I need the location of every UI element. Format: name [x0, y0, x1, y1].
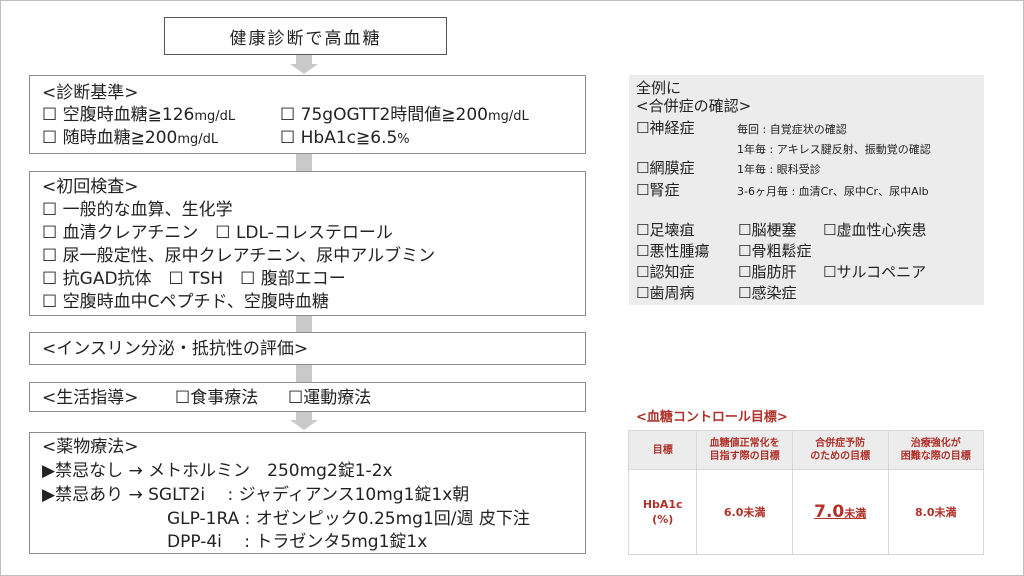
initial-line: ☐ 尿一般定性、尿中クレアチニン、尿中アルブミン — [42, 246, 436, 266]
criteria-item: ☐ 随時血糖≧200mg/dL — [42, 128, 219, 148]
connector — [296, 154, 312, 171]
initial-line: ☐ 空腹時血中Cペプチド、空腹時血糖 — [42, 292, 329, 312]
complications-heading: <合併症の確認> — [636, 97, 752, 115]
criteria-item: ☐ 75gOGTT2時間値≧200mg/dL — [280, 105, 529, 125]
drug-line: ▶禁忌なし → メトホルミン 250mg2錠1-2x — [42, 461, 393, 481]
lifestyle-item: ☐食事療法 — [175, 388, 259, 408]
complication-item: ☐サルコペニア — [823, 263, 927, 281]
drug-box: <薬物療法> ▶禁忌なし → メトホルミン 250mg2錠1-2x ▶禁忌あり … — [29, 432, 586, 554]
drug-line: DPP-4i : トラゼンタ5mg1錠1x — [167, 532, 428, 552]
lifestyle-item: ☐運動療法 — [288, 388, 372, 408]
connector — [296, 365, 312, 382]
complication-note: 1年毎 : アキレス腱反射、振動覚の確認 — [737, 143, 931, 156]
complication-item: ☐骨粗鬆症 — [738, 242, 812, 260]
initial-tests-box: <初回検査> ☐ 一般的な血算、生化学 ☐ 血清クレアチニン ☐ LDL-コレス… — [29, 171, 586, 316]
goal-row-label: HbA1c (%) — [627, 469, 698, 555]
complication-item: ☐網膜症 — [636, 159, 695, 177]
goal-header: 血糖値正常化を 目指す際の目標 — [696, 430, 793, 470]
down-arrow-icon — [290, 420, 318, 430]
complication-note: 1年毎 : 眼科受診 — [737, 163, 821, 176]
criteria-item: ☐ 空腹時血糖≧126mg/dL — [42, 105, 236, 125]
complications-panel: 全例に <合併症の確認> ☐神経症 毎回 : 自覚症状の確認 1年毎 : アキレ… — [629, 75, 984, 305]
criteria-heading: <診断基準> — [42, 83, 139, 103]
complication-item: ☐認知症 — [636, 263, 695, 281]
lifestyle-heading: <生活指導> — [42, 388, 139, 408]
down-arrow-icon — [290, 64, 318, 74]
connector — [296, 55, 312, 64]
complication-item: ☐悪性腫瘍 — [636, 242, 710, 260]
initial-line: ☐ 一般的な血算、生化学 — [42, 200, 233, 220]
complication-item: ☐虚血性心疾患 — [823, 221, 927, 239]
criteria-box: <診断基準> ☐ 空腹時血糖≧126mg/dL ☐ 75gOGTT2時間値≧20… — [29, 75, 586, 154]
goal-value: 8.0未満 — [887, 469, 985, 555]
drug-heading: <薬物療法> — [42, 437, 139, 457]
complication-item: ☐脳梗塞 — [738, 221, 797, 239]
initial-line: ☐ 血清クレアチニン ☐ LDL-コレステロール — [42, 223, 393, 243]
initial-line: ☐ 抗GAD抗体 ☐ TSH ☐ 腹部エコー — [42, 269, 346, 289]
complications-intro: 全例に — [636, 79, 682, 97]
goal-header: 合併症予防 のための目標 — [791, 430, 889, 470]
connector — [296, 316, 312, 332]
goal-title: <血糖コントロール目標> — [636, 410, 788, 425]
complication-note: 3-6ヶ月毎 : 血清Cr、尿中Cr、尿中Alb — [737, 185, 929, 198]
complication-item: ☐感染症 — [738, 284, 797, 302]
connector — [296, 412, 312, 420]
insulin-heading: <インスリン分泌・抵抗性の評価> — [42, 339, 309, 359]
complication-note: 毎回 : 自覚症状の確認 — [737, 123, 847, 136]
goal-value: 6.0未満 — [696, 469, 793, 555]
initial-heading: <初回検査> — [42, 177, 139, 197]
goal-header: 治療強化が 困難な際の目標 — [887, 430, 985, 470]
criteria-item: ☐ HbA1c≧6.5% — [280, 128, 410, 148]
lifestyle-box: <生活指導> ☐食事療法 ☐運動療法 — [29, 382, 586, 412]
flow-title: 健康診断で高血糖 — [229, 28, 382, 49]
flow-title-box: 健康診断で高血糖 — [164, 17, 447, 55]
goal-table: 目標 血糖値正常化を 目指す際の目標 合併症予防 のための目標 治療強化が 困難な際の… — [627, 430, 985, 555]
complication-item: ☐脂肪肝 — [738, 263, 797, 281]
complication-item: ☐腎症 — [636, 181, 680, 199]
complication-item: ☐神経症 — [636, 119, 695, 137]
insulin-box: <インスリン分泌・抵抗性の評価> — [29, 332, 586, 365]
goal-value-highlight: 7.0未満 — [791, 469, 889, 555]
complication-item: ☐足壊疽 — [636, 221, 695, 239]
goal-header: 目標 — [627, 430, 698, 470]
complication-item: ☐歯周病 — [636, 284, 695, 302]
drug-line: ▶禁忌あり → SGLT2i : ジャディアンス10mg1錠1x朝 — [42, 485, 470, 505]
drug-line: GLP-1RA : オゼンピック0.25mg1回/週 皮下注 — [167, 509, 530, 529]
